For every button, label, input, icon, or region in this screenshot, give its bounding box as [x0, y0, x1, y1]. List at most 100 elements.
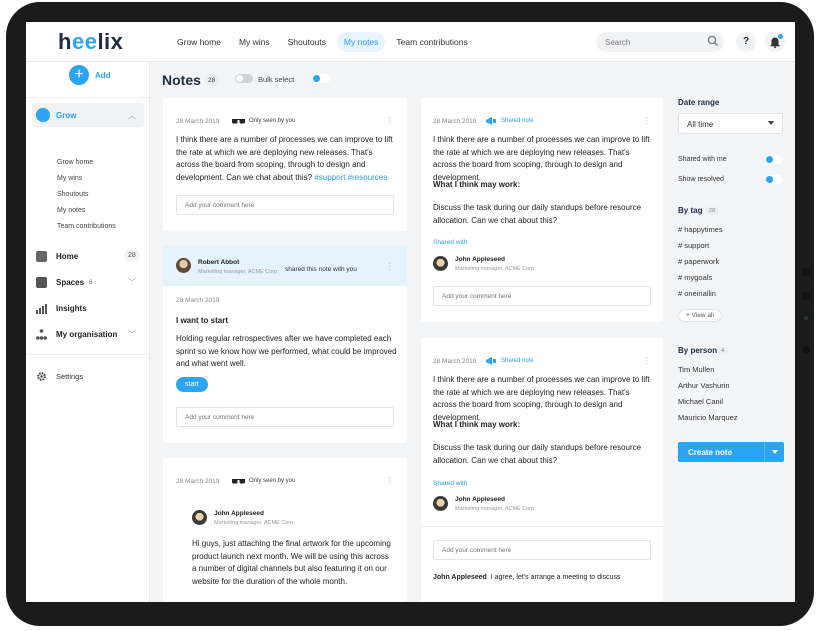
shared-with-label: Shared with [433, 239, 468, 246]
bulk-select-label: Bulk select [258, 75, 295, 84]
spaces-count: 6 [89, 278, 93, 286]
visibility-badge: Only seen by you [232, 118, 295, 124]
sidebar-item-insights[interactable]: Insights [36, 301, 87, 315]
nav-shoutouts[interactable]: Shoutouts [281, 32, 333, 52]
create-note-button[interactable]: Create note [678, 442, 784, 462]
page-title: Notes [162, 72, 201, 88]
more-options-icon[interactable]: · · · [645, 353, 648, 368]
note-heading: I want to start [176, 316, 229, 325]
more-options-icon[interactable]: · · · [388, 113, 391, 128]
sidebar-item-spaces[interactable]: Spaces 6 [36, 275, 93, 289]
note-card: 28 March 2019 Only seen by you · · · John … [163, 458, 407, 602]
shared-label: Shared note [501, 118, 534, 124]
comment-input[interactable] [176, 195, 394, 215]
sidebar-subitem-shoutouts[interactable]: Shoutouts [57, 191, 89, 198]
sidebar-subitem-grow-home[interactable]: Grow home [57, 159, 93, 166]
sidebar-subitem-team-contributions[interactable]: Team contributions [57, 223, 116, 230]
person-filter-item[interactable]: Michael Canil [678, 397, 723, 406]
chevron-down-icon[interactable]: ﹀ [128, 329, 136, 340]
nav-my-notes[interactable]: My notes [336, 32, 386, 52]
avatar[interactable] [176, 258, 191, 273]
sunglasses-icon [232, 478, 245, 483]
note-date: 28 March 2019 [176, 478, 220, 485]
avatar[interactable] [192, 510, 207, 525]
note-body: I think there are a number of processes … [176, 135, 393, 182]
home-count-badge: 28 [124, 250, 140, 261]
app-screen: heelix Grow home My wins Shoutouts My no… [26, 22, 795, 602]
notification-dot [778, 34, 783, 39]
note-date: 28 March 2019 [176, 297, 220, 304]
shared-badge: Shared note [485, 356, 534, 366]
more-options-icon[interactable]: · · · [388, 473, 391, 488]
comment-input[interactable] [176, 407, 394, 427]
start-button[interactable]: start [176, 377, 208, 392]
person-filter-item[interactable]: Mauricio Marquez [678, 413, 738, 422]
date-range-select[interactable]: All time [678, 113, 783, 134]
grow-label: Grow [56, 111, 77, 120]
sharer-name[interactable]: Robert Abbot [198, 259, 239, 266]
comment-reply: John Appleseed I agree, let's arrange a … [433, 574, 620, 581]
nav-team-contributions[interactable]: Team contributions [389, 32, 474, 52]
notifications-button[interactable] [765, 32, 785, 52]
sidebar-item-my-organisation[interactable]: My organisation [36, 327, 117, 341]
tag-filter-item[interactable]: # mygoals [678, 273, 712, 282]
note-body: Hi guys, just attaching the final artwor… [192, 539, 391, 586]
person-name[interactable]: John Appleseed [455, 256, 505, 263]
note-body-2: Discuss the task during our daily standu… [433, 203, 642, 225]
tag-filter-item[interactable]: # oneinallin [678, 289, 716, 298]
sidebar-item-grow[interactable]: Grow ︿ [32, 103, 144, 127]
note-date: 28 March 2019 [433, 358, 477, 365]
comment-input[interactable] [433, 286, 651, 306]
date-range-value: All time [687, 120, 714, 129]
note-body: Holding regular retrospectives after we … [176, 334, 397, 368]
bulk-select-toggle[interactable] [235, 74, 253, 83]
organisation-label: My organisation [56, 329, 118, 339]
caret-down-icon[interactable] [772, 450, 778, 454]
notes-count-badge: 28 [204, 75, 220, 86]
view-toggle[interactable] [312, 74, 330, 83]
shared-note-card: 28 March 2019 Shared note · · · I think th… [421, 338, 663, 602]
sidebar-item-settings[interactable]: Settings [36, 369, 83, 383]
person-name[interactable]: John Appleseed [214, 510, 264, 517]
view-all-button[interactable]: + View all [678, 309, 722, 322]
help-button[interactable]: ? [736, 32, 756, 52]
add-button[interactable]: + Add [69, 65, 111, 85]
sidebar-subitem-my-notes[interactable]: My notes [57, 207, 85, 214]
comment-input[interactable] [433, 540, 651, 560]
sidebar-subitem-my-wins[interactable]: My wins [57, 175, 82, 182]
more-options-icon[interactable]: · · · [645, 113, 648, 128]
tag-filter-item[interactable]: # support [678, 241, 709, 250]
shared-with-label: Shared with [433, 480, 468, 487]
person-name[interactable]: John Appleseed [455, 496, 505, 503]
more-options-icon[interactable]: · · · [388, 259, 391, 274]
person-role: Marketing manager, ACME Corp [214, 520, 294, 526]
note-date: 28 March 2019 [433, 118, 477, 125]
top-nav: Grow home My wins Shoutouts My notes Tea… [170, 32, 475, 52]
visibility-badge: Only seen by you [232, 478, 295, 484]
nav-my-wins[interactable]: My wins [232, 32, 277, 52]
show-resolved-toggle[interactable] [765, 175, 783, 184]
person-filter-item[interactable]: Tim Mullen [678, 365, 714, 374]
reply-author[interactable]: John Appleseed [433, 574, 487, 581]
chevron-down-icon[interactable]: ﹀ [128, 277, 136, 288]
shared-with-me-toggle[interactable] [765, 155, 783, 164]
person-filter-item[interactable]: Arthur Vashurin [678, 381, 730, 390]
shared-note-card: 28 March 2019 Shared note · · · I think th… [421, 98, 663, 322]
visibility-label: Only seen by you [249, 478, 296, 484]
create-note-label: Create note [688, 448, 733, 457]
nav-grow-home[interactable]: Grow home [170, 32, 228, 52]
note-body: I think there are a number of processes … [433, 135, 650, 182]
shared-badge: Shared note [485, 116, 534, 126]
note-tags[interactable]: #support #resources [314, 173, 387, 182]
tag-filter-item[interactable]: # paperwork [678, 257, 719, 266]
tag-filter-item[interactable]: # happytimes [678, 225, 723, 234]
sidebar-item-home[interactable]: Home [36, 249, 78, 263]
search-input[interactable] [596, 32, 724, 52]
avatar[interactable] [433, 256, 448, 271]
add-label: Add [95, 70, 111, 80]
sidebar-divider [26, 97, 150, 98]
avatar[interactable] [433, 496, 448, 511]
search-icon[interactable] [707, 35, 719, 47]
person-role: Marketing manager, ACME Corp [455, 266, 535, 272]
heelix-logo[interactable]: heelix [58, 29, 123, 55]
